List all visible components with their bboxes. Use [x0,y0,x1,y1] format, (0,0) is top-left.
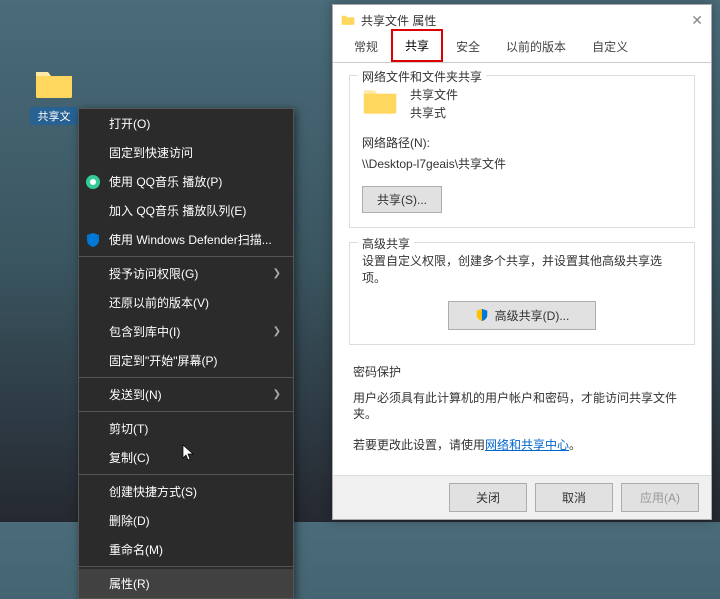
tab-general[interactable]: 常规 [341,31,391,62]
cursor-icon [182,444,196,462]
menu-create-shortcut[interactable]: 创建快捷方式(S) [79,477,293,506]
apply-button[interactable]: 应用(A) [621,483,699,512]
uac-shield-icon [475,308,489,322]
context-menu: 打开(O) 固定到快速访问 使用 QQ音乐 播放(P) 加入 QQ音乐 播放队列… [78,108,294,599]
advanced-share-section: 高级共享 设置自定义权限，创建多个共享，并设置其他高级共享选项。 高级共享(D)… [349,242,695,345]
menu-qq-queue[interactable]: 加入 QQ音乐 播放队列(E) [79,196,293,225]
chevron-right-icon: ❯ [273,326,281,337]
dialog-content: 网络文件和文件夹共享 共享文件 共享式 网络路径(N): \\Desktop-l… [333,63,711,480]
menu-separator [79,377,293,378]
menu-properties[interactable]: 属性(R) [79,569,293,598]
password-desc-2: 若要更改此设置，请使用网络和共享中心。 [353,437,695,454]
qq-music-icon [85,174,101,190]
menu-restore-previous[interactable]: 还原以前的版本(V) [79,288,293,317]
share-status: 共享式 [410,104,458,122]
section-title: 网络文件和文件夹共享 [358,68,486,85]
menu-rename[interactable]: 重命名(M) [79,535,293,564]
menu-separator [79,256,293,257]
tab-share[interactable]: 共享 [391,29,443,62]
share-button[interactable]: 共享(S)... [362,186,442,213]
password-protection-section: 密码保护 用户必须具有此计算机的用户帐户和密码，才能访问共享文件夹。 若要更改此… [349,359,695,454]
cancel-button[interactable]: 取消 [535,483,613,512]
advanced-share-button[interactable]: 高级共享(D)... [448,301,596,330]
tab-previous-versions[interactable]: 以前的版本 [493,31,579,62]
menu-grant-access[interactable]: 授予访问权限(G)❯ [79,259,293,288]
menu-send-to[interactable]: 发送到(N)❯ [79,380,293,409]
menu-cut[interactable]: 剪切(T) [79,414,293,443]
desktop-folder[interactable]: 共享文 [30,68,78,125]
menu-separator [79,566,293,567]
close-button[interactable]: 关闭 [449,483,527,512]
chevron-right-icon: ❯ [273,268,281,279]
folder-icon [362,86,398,116]
close-button[interactable]: ✕ [691,12,703,29]
menu-qq-play[interactable]: 使用 QQ音乐 播放(P) [79,167,293,196]
menu-delete[interactable]: 删除(D) [79,506,293,535]
password-desc-1: 用户必须具有此计算机的用户帐户和密码，才能访问共享文件夹。 [353,390,695,424]
dialog-title: 共享文件 属性 [361,12,436,29]
tab-custom[interactable]: 自定义 [579,31,641,62]
defender-shield-icon [85,232,101,248]
network-path-value: \\Desktop-l7geais\共享文件 [362,155,682,172]
network-path-label: 网络路径(N): [362,134,682,151]
folder-label: 共享文 [30,107,78,125]
advanced-desc: 设置自定义权限，创建多个共享，并设置其他高级共享选项。 [362,253,682,287]
section-title: 密码保护 [353,363,695,380]
menu-include-library[interactable]: 包含到库中(I)❯ [79,317,293,346]
menu-pin-quick-access[interactable]: 固定到快速访问 [79,138,293,167]
folder-icon [341,14,355,26]
chevron-right-icon: ❯ [273,389,281,400]
menu-separator [79,474,293,475]
folder-name: 共享文件 [410,86,458,104]
network-center-link[interactable]: 网络和共享中心 [485,438,569,452]
menu-defender-scan[interactable]: 使用 Windows Defender扫描... [79,225,293,254]
menu-open[interactable]: 打开(O) [79,109,293,138]
button-bar: 关闭 取消 应用(A) [333,475,711,519]
properties-dialog: 共享文件 属性 ✕ 常规 共享 安全 以前的版本 自定义 网络文件和文件夹共享 … [332,4,712,520]
network-share-section: 网络文件和文件夹共享 共享文件 共享式 网络路径(N): \\Desktop-l… [349,75,695,228]
tab-security[interactable]: 安全 [443,31,493,62]
folder-icon [34,68,74,100]
menu-pin-start[interactable]: 固定到"开始"屏幕(P) [79,346,293,375]
tabs: 常规 共享 安全 以前的版本 自定义 [333,35,711,63]
menu-separator [79,411,293,412]
section-title: 高级共享 [358,235,414,252]
